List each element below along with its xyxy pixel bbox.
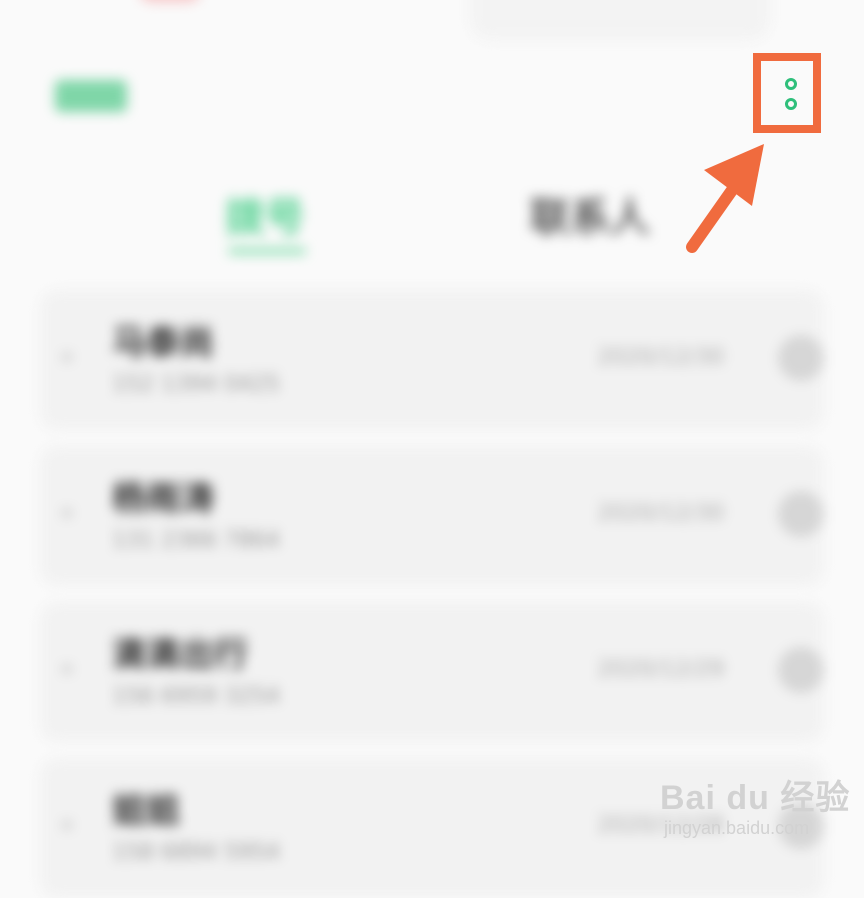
annotation-arrow — [686, 144, 764, 253]
watermark-brand: Bai du 经验 — [660, 779, 851, 817]
watermark-url: jingyan.baidu.com — [664, 818, 810, 838]
watermark: Bai du 经验 jingyan.baidu.com — [660, 770, 860, 850]
